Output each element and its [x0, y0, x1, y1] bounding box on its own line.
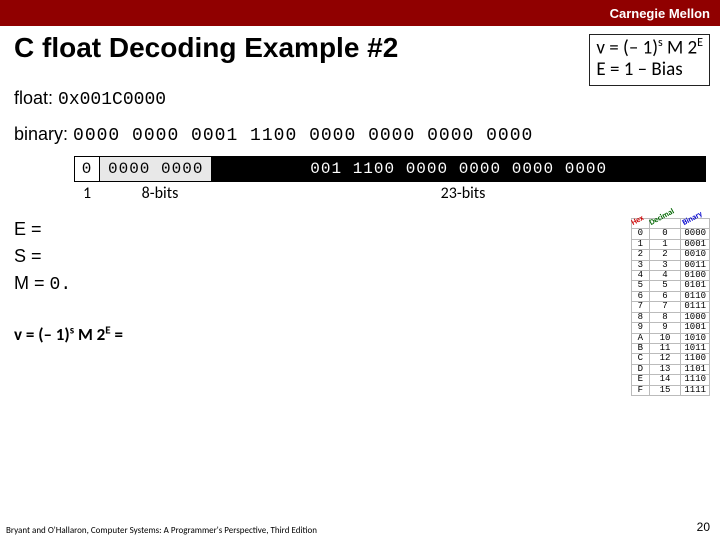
- equation-M: M = 0.: [14, 273, 706, 295]
- binary-line: binary: 0000 0000 0001 1100 0000 0000 00…: [14, 124, 706, 146]
- table-row: F151111: [631, 385, 709, 395]
- formula-box-top: v = (– 1)s M 2E E = 1 – Bias: [589, 34, 710, 86]
- equation-S: S =: [14, 246, 706, 267]
- sign-width-label: 1: [74, 184, 100, 203]
- hex-header: Hex: [631, 215, 646, 227]
- exponent-cell: 0000 0000: [100, 156, 212, 182]
- table-row: A101010: [631, 333, 709, 343]
- table-row: 550101: [631, 281, 709, 291]
- table-row: 330011: [631, 260, 709, 270]
- float-hex-value: 0x001C0000: [58, 90, 166, 110]
- table-row: 991001: [631, 323, 709, 333]
- equation-E: E =: [14, 219, 706, 240]
- footer-citation: Bryant and O'Hallaron, Computer Systems:…: [6, 525, 317, 536]
- decode-labels: 1 8-bits 23-bits: [74, 184, 706, 203]
- table-row: 881000: [631, 312, 709, 322]
- sign-cell: 0: [74, 156, 100, 182]
- float-line: float: 0x001C0000: [14, 88, 706, 110]
- table-row: 110001: [631, 239, 709, 249]
- table-row: C121100: [631, 354, 709, 364]
- decode-row: 0 0000 0000 001 1100 0000 0000 0000 0000: [74, 156, 706, 182]
- formula-line-1: v = (– 1)s M 2E: [596, 37, 703, 59]
- table-row: 770111: [631, 302, 709, 312]
- exponent-width-label: 8-bits: [100, 184, 220, 203]
- formula-line-2: E = 1 – Bias: [596, 59, 703, 81]
- table-row: E141110: [631, 375, 709, 385]
- table-row: 660110: [631, 291, 709, 301]
- page-number: 20: [697, 520, 710, 534]
- table-row: D131101: [631, 364, 709, 374]
- table-row: 440100: [631, 270, 709, 280]
- header-bar: Carnegie Mellon: [0, 0, 720, 26]
- fraction-width-label: 23-bits: [220, 184, 706, 203]
- hex-reference-table: Hex Decimal Binary 000000110001220010330…: [631, 218, 710, 396]
- equations: E = S = M = 0.: [14, 219, 706, 295]
- table-row: B111011: [631, 344, 709, 354]
- table-row: 000000: [631, 229, 709, 239]
- binary-value: 0000 0000 0001 1100 0000 0000 0000 0000: [73, 126, 533, 146]
- formula-bottom: v = (– 1)s M 2E =: [14, 323, 706, 345]
- page-title: C float Decoding Example #2: [14, 32, 589, 64]
- fraction-cell: 001 1100 0000 0000 0000 0000: [212, 156, 706, 182]
- table-row: 220010: [631, 250, 709, 260]
- university-label: Carnegie Mellon: [610, 6, 710, 21]
